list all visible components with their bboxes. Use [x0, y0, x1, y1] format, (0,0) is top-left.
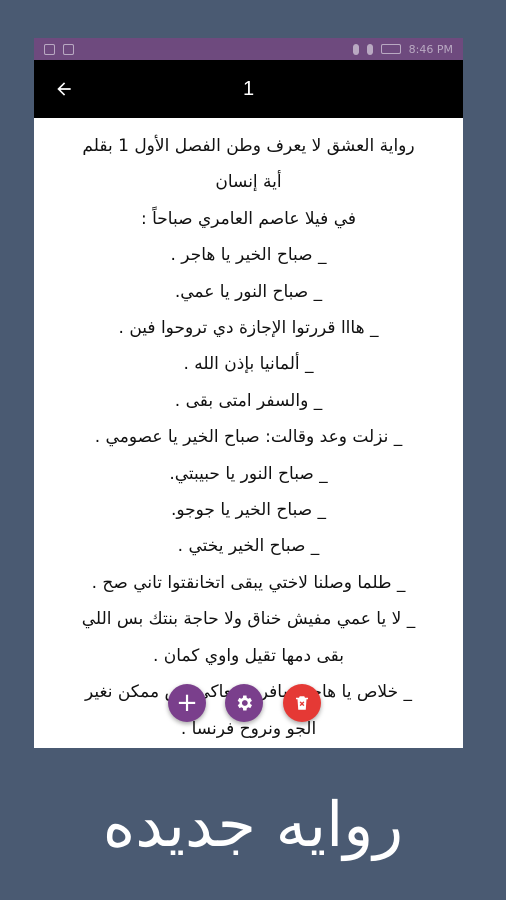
story-text: رواية العشق لا يعرف وطن الفصل الأول 1 بق… — [34, 118, 463, 747]
page-title: 1 — [242, 77, 255, 100]
promo-banner-text: روايه جديده — [102, 788, 404, 861]
text-line: _ صباح النور يا عمي. — [174, 281, 323, 302]
text-line: _ ألمانيا بإذن الله . — [183, 354, 314, 375]
gear-icon — [237, 695, 252, 711]
delete-button[interactable] — [283, 684, 321, 722]
bluetooth-icon — [352, 43, 359, 55]
status-time: 8:46 PM — [408, 42, 453, 56]
status-bar: 8:46 PM — [34, 38, 463, 60]
battery-icon — [380, 44, 401, 54]
text-line: _ صباح الخير يختي . — [177, 536, 320, 557]
text-line: _ صباح الخير يا جوجو. — [170, 500, 327, 521]
add-button[interactable]: + — [168, 684, 206, 722]
text-line: _ صباح النور يا حبيبتي. — [169, 463, 328, 484]
plus-icon: + — [176, 688, 198, 718]
text-line: في فيلا عاصم العامري صباحاً : — [140, 208, 357, 229]
status-left-icons — [44, 43, 74, 55]
download-icon — [63, 43, 74, 55]
text-line: بقى دمها تقيل واوي كمان . — [153, 645, 344, 666]
delete-icon — [296, 696, 308, 710]
wifi-icon — [366, 43, 373, 55]
text-line: _ هااا قررتوا الإجازة دي تروحوا فين . — [118, 318, 379, 339]
text-line: _ نزلت وعد وقالت: صباح الخير يا عصومي . — [94, 427, 403, 448]
text-line: _ والسفر امتى بقى . — [174, 390, 323, 411]
text-line: _ صباح الخير يا هاجر . — [170, 245, 327, 266]
settings-button[interactable] — [225, 684, 263, 722]
text-line: _ لا يا عمي مفيش خناق ولا حاجة بنتك بس ا… — [81, 609, 416, 630]
app-bar: 1 — [34, 60, 463, 118]
text-line: رواية العشق لا يعرف وطن الفصل الأول 1 بق… — [82, 136, 415, 156]
back-button[interactable] — [34, 60, 94, 118]
arrow-left-icon — [57, 82, 71, 96]
text-line: أية إنسان — [215, 172, 282, 193]
status-right-icons: 8:46 PM — [352, 42, 453, 56]
text-line: _ طلما وصلنا لاختي يبقى اتخانقتوا تاني ص… — [91, 572, 406, 593]
phone-screen: 8:46 PM 1 رواية العشق لا يعرف وطن الفصل … — [34, 38, 463, 748]
notification-icon — [44, 43, 55, 55]
